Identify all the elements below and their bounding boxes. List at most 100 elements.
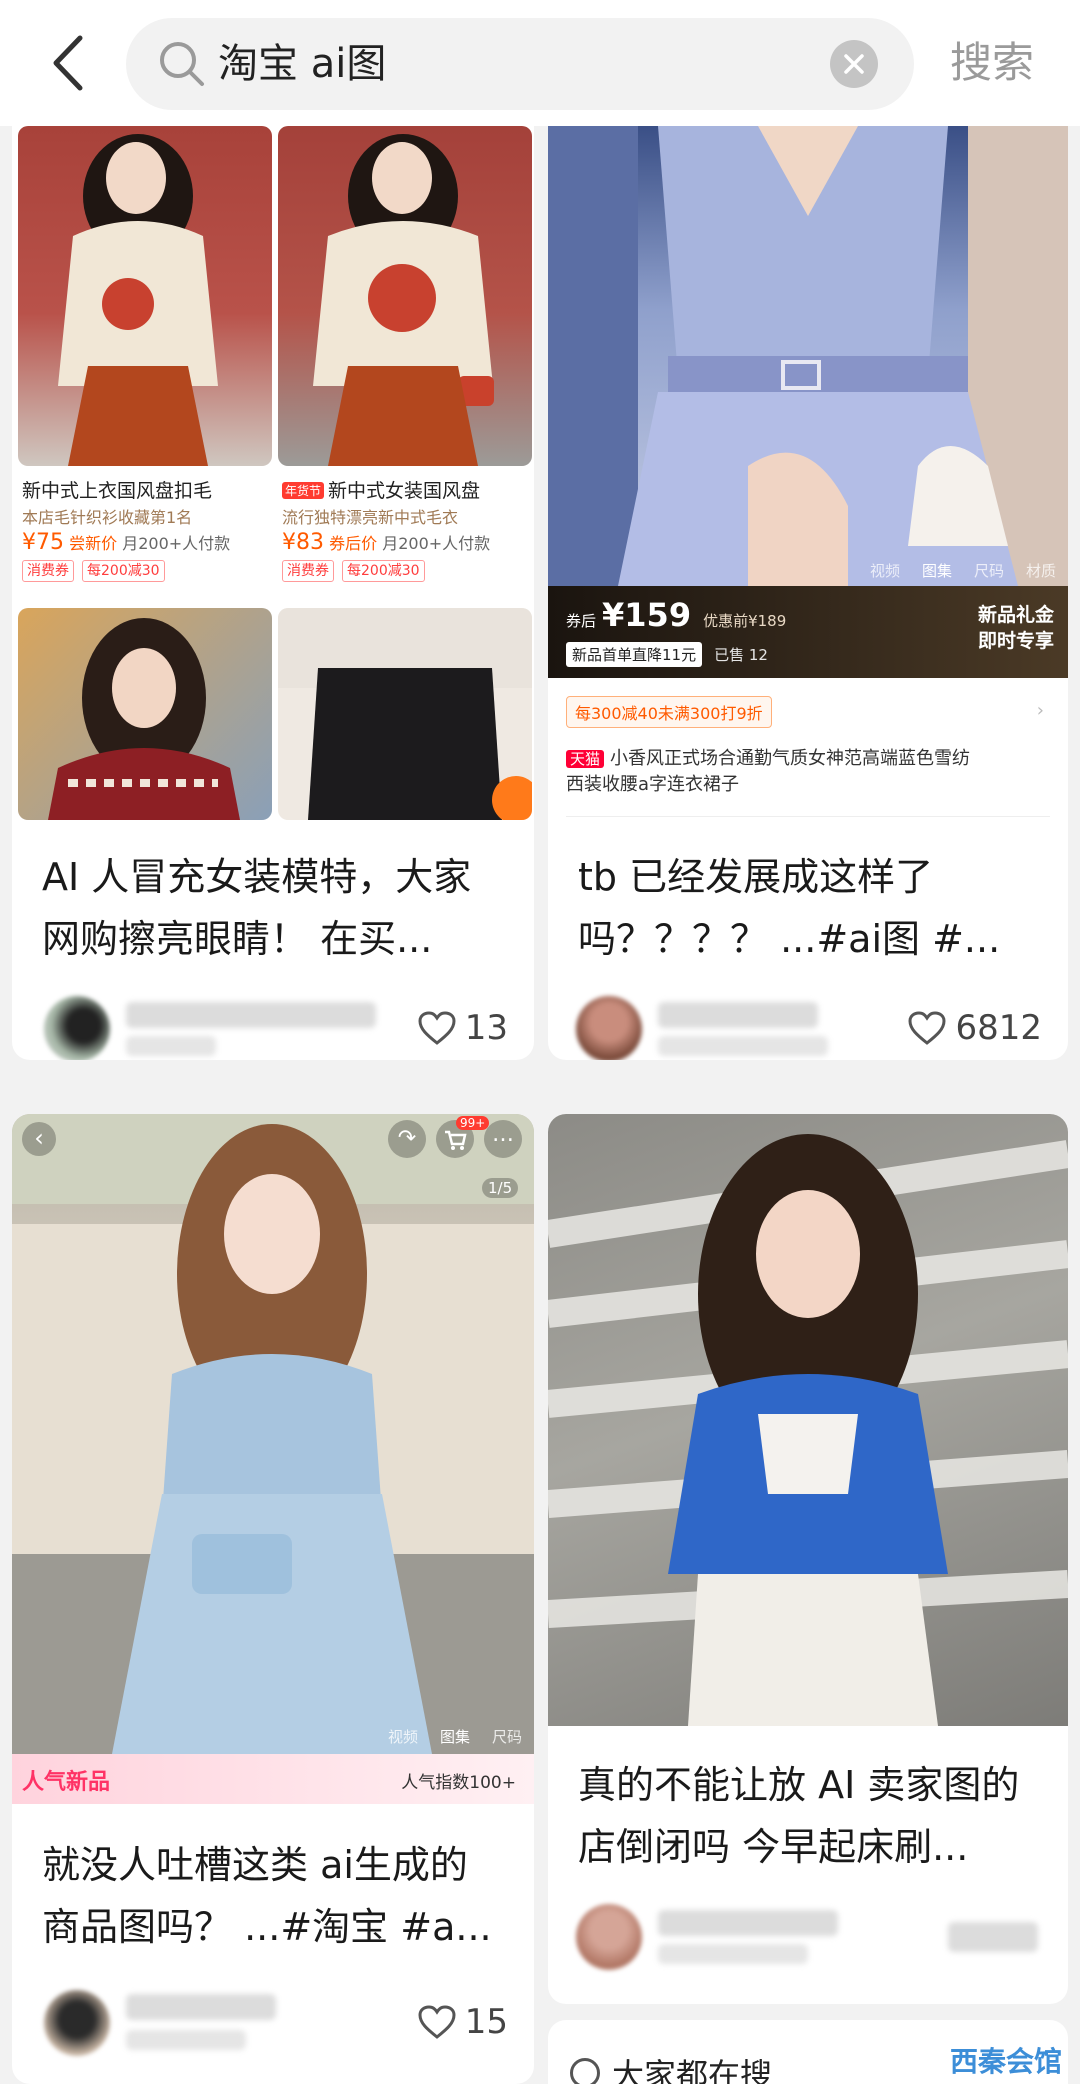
title-line: 就没人吐槽这类 ai生成的 [42, 1843, 468, 1887]
product-tile: 年货节 新中式女装国风盘 流行独特漂亮新中式毛衣 ¥83 券后价 月200+人付款… [278, 126, 532, 596]
note-title: tb 已经发展成这样了 吗？？？？ ...#ai图 #... [578, 846, 1042, 970]
cart-badge: 99+ [456, 1116, 490, 1130]
product-price: ¥75 尝新价 月200+人付款 [22, 530, 230, 555]
tab-gallery[interactable]: 图集 [440, 1726, 470, 1747]
price-prefix: 券后 [566, 612, 597, 630]
title-line: 吗？？？？ ...#ai图 #... [578, 917, 1001, 961]
price-bar: 券后 ¥159 优惠前¥189 新品首单直降11元 已售 12 新品礼金 即时专… [548, 586, 1068, 678]
banner-left: 人气新品 [22, 1770, 111, 1795]
note-cover-image [12, 1114, 534, 1754]
price-value: ¥159 [602, 596, 692, 634]
author-name [126, 1002, 376, 1028]
sold-count: 已售 12 [714, 646, 768, 664]
price-value: ¥83 [282, 530, 324, 555]
author-name [658, 1910, 838, 1936]
like-button[interactable]: 15 [417, 2002, 508, 2042]
heart-icon [908, 1011, 946, 1045]
more-icon[interactable]: … [484, 1120, 522, 1158]
author-name [126, 1994, 276, 2020]
product-image [278, 608, 532, 820]
like-count: 13 [464, 1008, 508, 1048]
promo-line: 新品礼金 [977, 604, 1054, 626]
price-note: 尝新价 [69, 534, 118, 553]
promo-line: 即时专享 [977, 630, 1054, 652]
note-card[interactable]: 新中式上衣国风盘扣毛 本店毛针织衫收藏第1名 ¥75 尝新价 月200+人付款 … [12, 126, 534, 1060]
product-name: 新中式上衣国风盘扣毛 [22, 480, 213, 502]
product-image [18, 608, 272, 820]
price-before: 优惠前¥189 [703, 612, 787, 630]
tmall-badge: 天猫 [566, 750, 605, 768]
title-line: 网购擦亮眼睛！ 在买... [42, 917, 433, 961]
avatar[interactable] [44, 1990, 110, 2056]
coupon-tag: 每200减30 [342, 560, 425, 582]
suggestion-text: 大家都在搜 [612, 2056, 773, 2084]
title-line: tb 已经发展成这样了 [578, 855, 934, 899]
product-banner: 人气新品 人气指数100+ [12, 1754, 534, 1804]
title-line: 商品图吗？ ...#淘宝 #a... [42, 1905, 492, 1949]
like-button[interactable] [948, 1922, 1038, 1952]
like-button[interactable]: 13 [417, 1008, 508, 1048]
title-line: 真的不能让放 AI 卖家图的 [578, 1763, 1020, 1807]
product-tile: 新中式上衣国风盘扣毛 本店毛针织衫收藏第1名 ¥75 尝新价 月200+人付款 … [18, 126, 272, 596]
like-count: 15 [464, 2002, 508, 2042]
sold-count: 月200+人付款 [382, 534, 491, 553]
author-name [658, 1002, 818, 1028]
avatar[interactable] [576, 996, 642, 1060]
note-card[interactable]: ‹ ↷ 99+ … 1/5 视频 图集 尺码 人气新品 人气指数100+ 就没人… [12, 1114, 534, 2084]
avatar[interactable] [576, 1904, 642, 1970]
sold-count: 月200+人付款 [122, 534, 231, 553]
note-title: AI 人冒充女装模特，大家 网购擦亮眼睛！ 在买... [42, 846, 508, 970]
search-input[interactable]: 淘宝 ai图 [126, 18, 914, 110]
coupon-tag: 消费券 [22, 560, 74, 582]
chevron-left-icon[interactable]: ‹ [22, 1122, 56, 1156]
tab-size[interactable]: 尺码 [492, 1726, 522, 1747]
note-cover-image [548, 126, 1068, 586]
watermark: 西秦会馆 [950, 2045, 1063, 2078]
note-title: 真的不能让放 AI 卖家图的 店倒闭吗 今早起床刷... [578, 1754, 1042, 1878]
page-indicator: 1/5 [482, 1178, 519, 1198]
tab-material[interactable]: 材质 [1026, 560, 1056, 581]
avatar[interactable] [44, 996, 110, 1060]
gallery-tabs: 视频 图集 尺码 [388, 1726, 522, 1747]
heart-icon [418, 2005, 456, 2039]
back-arrow-icon[interactable] [44, 30, 94, 96]
search-header: 淘宝 ai图 搜索 [0, 0, 1080, 126]
product-name-text: 新中式女装国风盘 [328, 480, 481, 502]
like-button[interactable]: 6812 [907, 1008, 1042, 1048]
coupon-tag: 每300减40未满300打9折 [566, 696, 772, 728]
first-order-badge: 新品首单直降11元 [566, 642, 703, 667]
title-line: 店倒闭吗 今早起床刷... [578, 1825, 969, 1869]
product-name: 年货节 新中式女装国风盘 [282, 476, 480, 503]
product-title-line: 小香风正式场合通勤气质女神范高端蓝色雪纺 [610, 748, 971, 769]
clear-icon[interactable] [830, 40, 878, 88]
title-line: AI 人冒充女装模特，大家 [42, 855, 472, 899]
festival-badge: 年货节 [282, 482, 325, 499]
author-meta [126, 2030, 246, 2050]
chevron-right-icon: › [1036, 700, 1044, 721]
note-title: 就没人吐槽这类 ai生成的 商品图吗？ ...#淘宝 #a... [42, 1834, 508, 1958]
search-query-text[interactable]: 淘宝 ai图 [218, 38, 386, 90]
note-card[interactable]: 真的不能让放 AI 卖家图的 店倒闭吗 今早起床刷... [548, 1114, 1068, 2004]
search-button[interactable]: 搜索 [950, 34, 1034, 92]
tab-video[interactable]: 视频 [870, 560, 900, 581]
product-title: 天猫 小香风正式场合通勤气质女神范高端蓝色雪纺 西装收腰a字连衣裙子 [566, 746, 1050, 798]
author-meta [126, 1036, 216, 1056]
product-title-line: 西装收腰a字连衣裙子 [566, 774, 740, 795]
like-count: 6812 [955, 1008, 1042, 1048]
search-icon [570, 2058, 600, 2084]
heart-icon [418, 1011, 456, 1045]
share-icon[interactable]: ↷ [388, 1120, 426, 1158]
search-icon [160, 42, 204, 86]
coupon-strip[interactable]: 每300减40未满300打9折 › [566, 696, 1050, 732]
tab-size[interactable]: 尺码 [974, 560, 1004, 581]
tab-video[interactable]: 视频 [388, 1726, 418, 1747]
note-card[interactable]: 视频 图集 尺码 材质 券后 ¥159 优惠前¥189 新品首单直降11元 已售… [548, 126, 1068, 1060]
coupon-tag: 消费券 [282, 560, 334, 582]
price-value: ¥75 [22, 530, 64, 555]
gallery-tabs: 视频 图集 尺码 材质 [870, 560, 1056, 581]
author-meta [658, 1036, 828, 1056]
product-image [18, 126, 272, 466]
tab-gallery[interactable]: 图集 [922, 560, 952, 581]
divider [566, 816, 1050, 817]
price-note: 券后价 [329, 534, 378, 553]
